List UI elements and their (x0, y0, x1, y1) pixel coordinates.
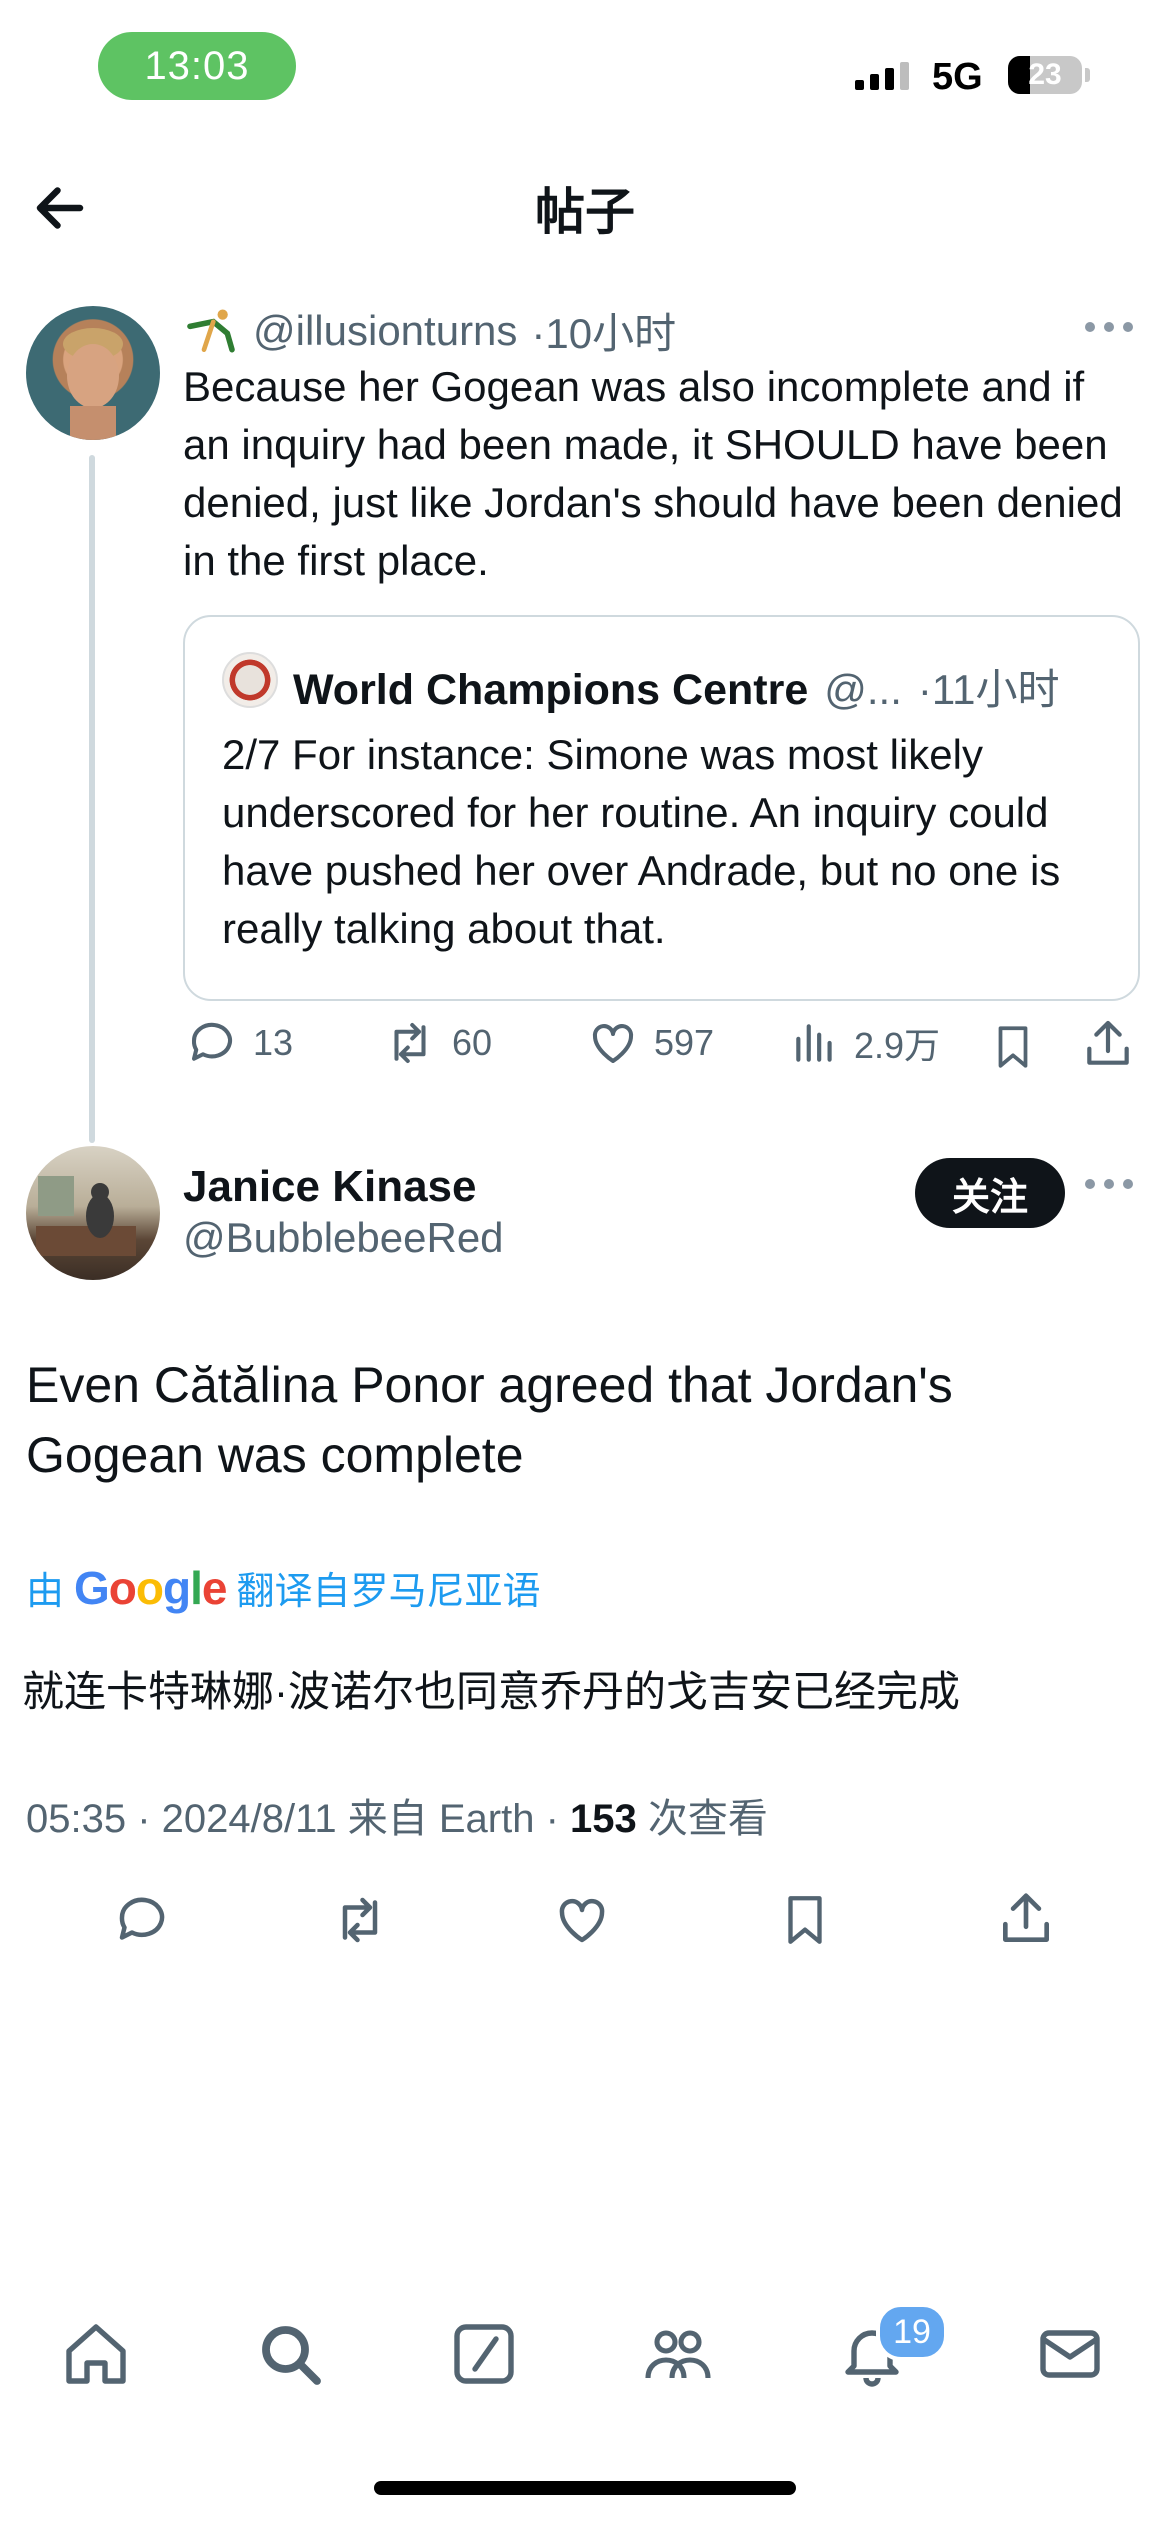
more-options-icon[interactable] (1085, 1177, 1133, 1191)
tweet-handle[interactable]: @illusionturns (253, 307, 517, 355)
tweet-time: ·10小时 (531, 310, 677, 357)
communities-icon[interactable] (642, 2318, 714, 2390)
view-label: 次查看 (636, 1797, 768, 1841)
views-button[interactable]: 2.9万 (790, 1016, 940, 1070)
quoted-tweet-text: 2/7 For instance: Simone was most likely… (222, 731, 1061, 952)
messages-icon[interactable] (1034, 2318, 1106, 2390)
google-logo: Google (74, 1561, 227, 1614)
follow-button[interactable]: 关注 (915, 1158, 1065, 1228)
page-title: 帖子 (535, 184, 635, 240)
translated-text: 就连卡特琳娜·波诺尔也同意乔丹的戈吉安已经完成 (22, 1668, 960, 1715)
tweet-text: Because her Gogean was also incomplete a… (183, 363, 1123, 584)
search-icon[interactable] (254, 2318, 326, 2390)
battery-level: 23 (1028, 58, 1062, 91)
views-count: 2.9万 (854, 1025, 941, 1066)
thread-line (89, 455, 95, 1143)
analytics-icon (796, 1024, 832, 1062)
tweet-timestamp-line: 05:35 · 2024/8/11 来自 Earth · 153 次查看 (26, 1786, 768, 1844)
avatar[interactable] (26, 306, 160, 440)
avatar (222, 652, 278, 708)
reply-button[interactable]: 13 (185, 1016, 293, 1070)
reply-icon (191, 1022, 233, 1061)
retweet-icon (394, 1022, 426, 1064)
battery-tip (1085, 68, 1090, 82)
retweet-button[interactable]: 60 (382, 1016, 492, 1070)
battery-icon: 23 (1008, 56, 1082, 94)
tweet-text: Even Cătălina Ponor agreed that Jordan's… (26, 1357, 953, 1483)
quoted-tweet-time: ·11小时 (917, 666, 1060, 713)
heart-icon[interactable] (552, 1890, 612, 1950)
signal-icon (855, 62, 909, 90)
tweet-timestamp: 05:35 · 2024/8/11 来自 Earth · (26, 1797, 571, 1841)
retweet-count: 60 (452, 1022, 493, 1063)
retweet-icon[interactable] (328, 1890, 392, 1950)
avatar[interactable] (26, 1146, 160, 1280)
like-button[interactable]: 597 (586, 1016, 714, 1070)
network-label: 5G (932, 56, 983, 98)
translation-notice[interactable]: 由 Google 翻译自罗马尼亚语 (26, 1560, 541, 1615)
translate-suffix: 翻译自罗马尼亚语 (236, 1571, 541, 1613)
tweet-author-name[interactable]: Janice Kinase (183, 1162, 477, 1212)
quoted-tweet-name: World Champions Centre (293, 666, 809, 714)
gymnast-emoji-icon (187, 309, 235, 352)
more-options-icon[interactable] (1085, 320, 1133, 334)
status-time: 13:03 (98, 32, 296, 100)
view-count: 153 (570, 1797, 637, 1841)
tweet-handle[interactable]: @BubblebeeRed (183, 1214, 504, 1262)
notification-badge: 19 (876, 2303, 948, 2361)
home-indicator (374, 2481, 796, 2495)
translate-prefix: 由 (26, 1571, 65, 1613)
reply-count: 13 (253, 1022, 294, 1063)
bookmark-icon[interactable] (776, 1890, 834, 1950)
avatar-image (63, 328, 123, 440)
compose-icon[interactable] (448, 2318, 520, 2390)
share-icon[interactable] (1080, 1016, 1136, 1072)
home-icon[interactable] (60, 2318, 132, 2390)
reply-icon[interactable] (112, 1890, 172, 1950)
avatar-image (36, 1176, 136, 1256)
heart-icon (592, 1024, 634, 1064)
share-icon[interactable] (995, 1888, 1057, 1950)
quoted-tweet-handle: @... (824, 666, 902, 713)
like-count: 597 (654, 1022, 715, 1063)
bookmark-icon[interactable] (988, 1020, 1038, 1074)
